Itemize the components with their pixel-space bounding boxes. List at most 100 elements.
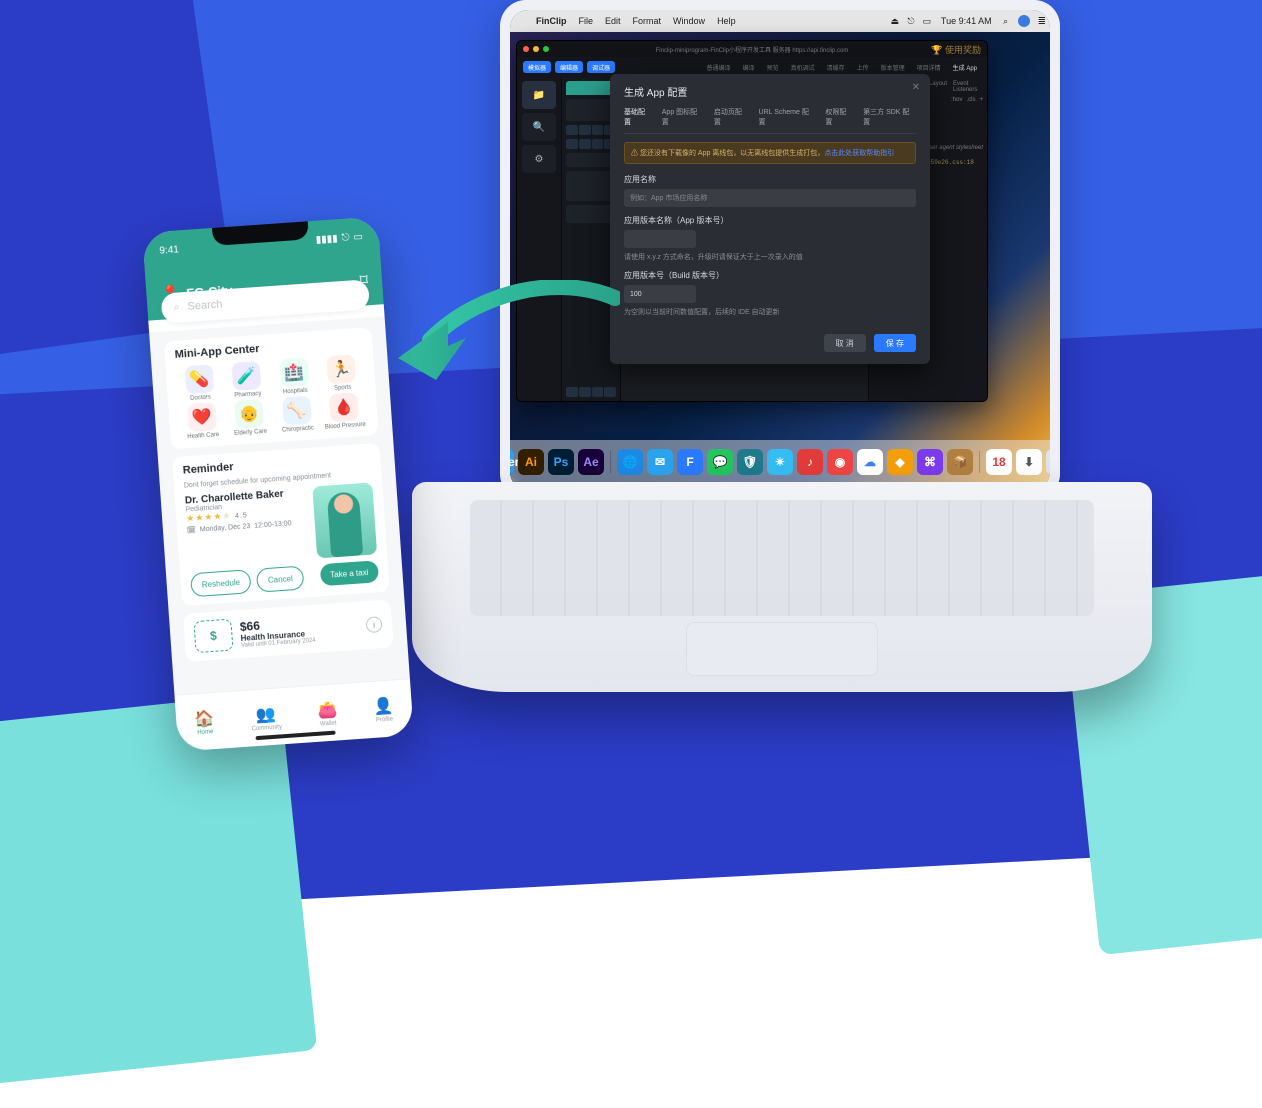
- field-label: 应用版本名称（App 版本号）: [624, 215, 916, 226]
- dock-app[interactable]: ✉︎: [647, 449, 673, 475]
- menubar-app-name[interactable]: FinClip: [530, 16, 573, 26]
- category-item[interactable]: 🧪Pharmacy: [223, 360, 271, 399]
- category-label: Pharmacy: [234, 391, 261, 399]
- tab-label: Wallet: [320, 720, 337, 727]
- build-number-input[interactable]: 100: [624, 285, 696, 303]
- menubar-item[interactable]: Edit: [599, 16, 627, 26]
- dock-app[interactable]: ◉: [827, 449, 853, 475]
- dock-app[interactable]: Ae: [578, 449, 604, 475]
- category-item[interactable]: 👴Elderly Care: [226, 398, 274, 437]
- window-title: Finclip-miniprogram-FinClip小程序开发工具 服务器 h…: [517, 45, 987, 54]
- dock-app[interactable]: 💬: [707, 449, 733, 475]
- sidebar-item[interactable]: 📁: [522, 81, 556, 109]
- info-icon[interactable]: i: [366, 616, 383, 633]
- toolbar-simulator-btn[interactable]: 模拟器: [523, 61, 551, 73]
- devtools-tab[interactable]: Event Listeners: [953, 81, 983, 93]
- dock-app[interactable]: ⌘: [917, 449, 943, 475]
- dock-app[interactable]: 🛡: [737, 449, 763, 475]
- dock-app[interactable]: ⬇︎: [1016, 449, 1042, 475]
- search-icon[interactable]: ⌕: [998, 15, 1014, 27]
- category-item[interactable]: 💊Doctors: [176, 364, 224, 403]
- user-avatar-icon[interactable]: [1018, 15, 1030, 27]
- toolbar-action[interactable]: 版本管理: [877, 63, 909, 72]
- toolbar-debugger-btn[interactable]: 调试器: [587, 61, 615, 73]
- close-icon[interactable]: ✕: [912, 82, 920, 93]
- toolbar-action[interactable]: 预览: [763, 63, 783, 72]
- dock-app[interactable]: ✴︎: [767, 449, 793, 475]
- sidebar-item[interactable]: ⚙︎: [522, 145, 556, 173]
- category-item[interactable]: 🏃Sports: [318, 354, 366, 393]
- airplay-icon[interactable]: ⏏: [887, 15, 903, 27]
- dock-app[interactable]: 🌐: [617, 449, 643, 475]
- category-item[interactable]: 🦴Chiropractic: [273, 395, 321, 434]
- status-time: 9:41: [159, 244, 179, 256]
- toolbar-action[interactable]: 普通编译: [703, 63, 735, 72]
- dialog-tab[interactable]: 启动页配置: [714, 107, 749, 127]
- wifi-icon: ⎋: [341, 232, 350, 244]
- cancel-button[interactable]: 取 消: [824, 334, 866, 352]
- menubar-item[interactable]: Window: [667, 16, 711, 26]
- warning-help-link[interactable]: 点击此处获取帮助指引: [824, 150, 894, 157]
- take-taxi-button[interactable]: Take a taxi: [319, 560, 379, 586]
- dock-app[interactable]: 18: [986, 449, 1012, 475]
- dialog-tab[interactable]: 基础配置: [624, 107, 652, 127]
- dock-app[interactable]: 🗑: [1046, 449, 1050, 475]
- dock-app[interactable]: 📦: [947, 449, 973, 475]
- toolbar-action[interactable]: 编译: [739, 63, 759, 72]
- insurance-ticket[interactable]: $ $66 Health Insurance Valid until 01 Fe…: [183, 599, 394, 661]
- category-item[interactable]: ❤️Health Care: [178, 402, 226, 441]
- dock-app[interactable]: Ps: [548, 449, 574, 475]
- control-center-icon[interactable]: ≣: [1034, 16, 1050, 27]
- save-button[interactable]: 保 存: [874, 334, 916, 352]
- dock-app[interactable]: ♪: [797, 449, 823, 475]
- category-icon: 🦴: [282, 396, 312, 426]
- field-label: 应用版本号（Build 版本号）: [624, 270, 916, 281]
- version-name-input[interactable]: [624, 230, 696, 248]
- app-name-input[interactable]: 例如：App 市场应用名称: [624, 189, 916, 207]
- devtools-cls[interactable]: .cls: [966, 97, 975, 103]
- toolbar-action[interactable]: 真机调试: [787, 63, 819, 72]
- tab-profile[interactable]: 👤Profile: [373, 695, 395, 723]
- category-item[interactable]: 🏥Hospitals: [270, 357, 318, 396]
- devtools-tab[interactable]: Layout: [929, 81, 947, 93]
- award-badge[interactable]: 🏆 使用奖励: [931, 43, 981, 56]
- dock-app[interactable]: F: [677, 449, 703, 475]
- menubar-item[interactable]: Format: [627, 16, 668, 26]
- search-icon: ⌕: [173, 301, 180, 314]
- category-icon: 🏥: [279, 358, 309, 388]
- dialog-tab[interactable]: 第三方 SDK 配置: [863, 107, 916, 127]
- sidebar-item[interactable]: 🔍: [522, 113, 556, 141]
- toolbar-action[interactable]: 上传: [853, 63, 873, 72]
- battery-icon[interactable]: ▭: [919, 15, 935, 27]
- reschedule-button[interactable]: Reshedule: [190, 569, 252, 597]
- wifi-icon[interactable]: ⎋: [903, 15, 919, 27]
- dialog-tab[interactable]: 权限配置: [825, 107, 853, 127]
- devtools-add-rule[interactable]: +: [979, 97, 983, 103]
- appointment-date: Monday, Dec 23: [200, 523, 251, 534]
- toolbar-generate-app[interactable]: 生成 App: [949, 63, 981, 72]
- toolbar-action[interactable]: 项目详情: [913, 63, 945, 72]
- dock-app[interactable]: Finder: [510, 449, 514, 475]
- window-titlebar[interactable]: Finclip-miniprogram-FinClip小程序开发工具 服务器 h…: [517, 41, 987, 57]
- award-label: 使用奖励: [945, 45, 981, 55]
- devtools-hov[interactable]: :hov: [951, 97, 962, 103]
- doctor-photo: [312, 482, 377, 558]
- toolbar-editor-btn[interactable]: 编辑器: [555, 61, 583, 73]
- tab-home[interactable]: 🏠Home: [194, 708, 216, 736]
- menubar-item[interactable]: File: [573, 16, 600, 26]
- dock-app[interactable]: ☁︎: [857, 449, 883, 475]
- toolbar-action[interactable]: 清缓存: [823, 63, 849, 72]
- mac-dock: Finder AiPsAe 🌐✉︎F💬🛡✴︎♪◉☁︎◆⌘📦 18⬇︎🗑: [510, 440, 1050, 484]
- placeholder-text: 例如：App 市场应用名称: [630, 193, 707, 203]
- tab-community[interactable]: 👥Community: [250, 703, 282, 732]
- cancel-button[interactable]: Cancel: [256, 565, 304, 592]
- tab-wallet[interactable]: 👛Wallet: [317, 699, 339, 727]
- dialog-warning: ⚠ 您还没有下载像的 App 离线包，以无离线包提供生成打包，点击此处获取帮助指…: [624, 142, 916, 164]
- menubar-item[interactable]: Help: [711, 16, 742, 26]
- dock-app[interactable]: ◆: [887, 449, 913, 475]
- dock-app[interactable]: Ai: [518, 449, 544, 475]
- dialog-tab[interactable]: App 图标配置: [662, 107, 704, 127]
- menubar-clock[interactable]: Tue 9:41 AM: [935, 16, 998, 26]
- category-item[interactable]: 🩸Blood Pressure: [320, 392, 368, 431]
- dialog-tab[interactable]: URL Scheme 配置: [759, 107, 816, 127]
